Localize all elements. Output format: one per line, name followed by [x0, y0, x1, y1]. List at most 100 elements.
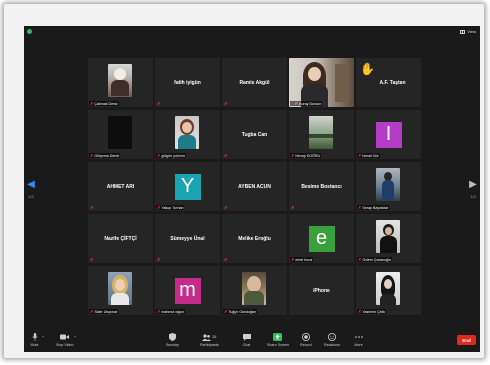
participant-tile[interactable]: ✋ A.F. Taştan: [356, 58, 421, 107]
next-page-arrow-icon[interactable]: ▶: [468, 180, 478, 190]
muted-mic-icon: ✗: [224, 101, 228, 106]
participant-tile[interactable]: ✗ Tuğçe Gündoğan: [222, 266, 287, 315]
reactions-button[interactable]: Reactions: [324, 333, 340, 347]
gallery-view: ✗ Çakmak Deniz fatih iyigün ✗ Ramis Akgül…: [24, 26, 480, 326]
participant-name-label: ✗ Tuğçe Gündoğan: [223, 309, 257, 314]
participant-tile[interactable]: AYBEN ACUN ✗: [222, 162, 287, 211]
muted-mic-icon: ✗: [90, 309, 94, 314]
participant-name-label: ✗ Nevap DOĞRU: [290, 153, 322, 158]
participant-name: iPhone: [313, 287, 330, 294]
chat-button[interactable]: Chat: [242, 333, 251, 347]
participants-button[interactable]: 26 Participants: [200, 333, 219, 347]
participant-tile[interactable]: AHMET ARI ✗: [88, 162, 153, 211]
participant-name-label: ✗ F. Kuray Dursun: [290, 101, 323, 106]
participant-video: [376, 220, 400, 253]
end-meeting-button[interactable]: End: [457, 335, 476, 345]
muted-mic-icon: ✗: [358, 205, 362, 210]
video-camera-icon: [60, 333, 70, 341]
participant-tile[interactable]: m ✗ mahmut olgun: [155, 266, 220, 315]
participant-video: [309, 116, 333, 149]
participant-avatar: Y: [174, 173, 201, 200]
previous-page-arrow-icon[interactable]: ◀: [26, 180, 36, 190]
muted-mic-icon: ✗: [157, 101, 161, 106]
participant-tile[interactable]: ✗ F. Kuray Dursun: [289, 58, 354, 107]
record-icon: [301, 333, 310, 341]
participant-name: Nazife ÇİFTÇİ: [104, 235, 137, 242]
participant-video: [376, 168, 400, 201]
more-dots-icon: [354, 333, 363, 341]
participants-icon: 26: [201, 333, 217, 341]
participants-count: 26: [212, 335, 217, 339]
participant-name: Besime Bostancı: [301, 183, 342, 190]
participant-tile[interactable]: ✗ Gülşema Demir: [88, 110, 153, 159]
microphone-icon: [30, 333, 39, 341]
screenshot-frame: View ✗ Çakmak Deniz fatih iyigün ✗ Ramis …: [4, 4, 484, 358]
participant-tile[interactable]: iPhone: [289, 266, 354, 315]
participant-name: Melike Eroğlu: [238, 235, 271, 242]
participant-video: [108, 272, 132, 305]
participant-video: [175, 116, 199, 149]
participant-tile[interactable]: fatih iyigün ✗: [155, 58, 220, 107]
muted-mic-icon: ✗: [291, 101, 295, 106]
meeting-toolbar: Mute ^ Stop Video ^ Security 26 Particip…: [24, 330, 480, 352]
meeting-window: View ✗ Çakmak Deniz fatih iyigün ✗ Ramis …: [24, 26, 480, 352]
participant-avatar: m: [174, 277, 201, 304]
muted-mic-icon: ✗: [291, 257, 295, 262]
participant-tile[interactable]: Nazife ÇİFTÇİ ✗: [88, 214, 153, 263]
record-button[interactable]: Record: [300, 333, 312, 347]
muted-mic-icon: ✗: [358, 309, 362, 314]
participant-tile[interactable]: Besime Bostancı ✗: [289, 162, 354, 211]
participant-name-label: ✗ İsmail Gür: [357, 153, 380, 158]
participant-name-label: ✗ Serap Bayraktar: [357, 205, 390, 210]
participant-name-label: ✗ Yakup Turhan: [156, 205, 185, 210]
muted-mic-icon: ✗: [157, 309, 161, 314]
participant-name: AHMET ARI: [106, 183, 135, 190]
muted-mic-icon: ✗: [224, 205, 228, 210]
participant-tile[interactable]: Tugba Can ✗: [222, 110, 287, 159]
muted-mic-icon: ✗: [291, 153, 295, 158]
participant-tile[interactable]: ✗ gülgün yıldırım: [155, 110, 220, 159]
participant-tile[interactable]: e ✗ emel hoca: [289, 214, 354, 263]
participant-tile[interactable]: ✗ Sider Ulupınar: [88, 266, 153, 315]
participant-video: [376, 272, 400, 305]
participant-avatar: e: [308, 225, 335, 252]
muted-mic-icon: ✗: [90, 257, 94, 262]
participant-name: Tugba Can: [241, 131, 268, 138]
participant-name: fatih iyigün: [174, 79, 201, 86]
security-button[interactable]: Security: [166, 333, 179, 347]
participant-video: [242, 272, 266, 305]
muted-mic-icon: ✗: [224, 257, 228, 262]
muted-mic-icon: ✗: [358, 153, 362, 158]
participant-video: [108, 116, 132, 149]
participant-tile[interactable]: ✗ Çakmak Deniz: [88, 58, 153, 107]
mute-options-caret-icon[interactable]: ^: [42, 334, 44, 339]
participant-tile[interactable]: ✗ Nevap DOĞRU: [289, 110, 354, 159]
participant-name-label: ✗ Sider Ulupınar: [89, 309, 119, 314]
participant-name-label: ✗ Özlem Çokanoğlu: [357, 257, 392, 262]
participant-tile[interactable]: Y ✗ Yakup Turhan: [155, 162, 220, 211]
participant-tile[interactable]: Sümeyye Ünal ✗: [155, 214, 220, 263]
participant-name-label: ✗ mahmut olgun: [156, 309, 186, 314]
participant-name-label: ✗ Gülşema Demir: [89, 153, 121, 158]
muted-mic-icon: ✗: [157, 205, 161, 210]
muted-mic-icon: ✗: [358, 257, 362, 262]
mute-button[interactable]: Mute: [30, 333, 39, 347]
participant-tile[interactable]: ✗ Serap Bayraktar: [356, 162, 421, 211]
participant-name-label: ✗ Çakmak Deniz: [89, 101, 119, 106]
participant-tile[interactable]: ✗ Yasemin Çelik: [356, 266, 421, 315]
muted-mic-icon: ✗: [157, 257, 161, 262]
share-options-caret-icon[interactable]: ^: [280, 334, 282, 339]
participant-avatar: I: [375, 121, 402, 148]
reactions-smiley-icon: [327, 333, 336, 341]
more-button[interactable]: More: [354, 333, 363, 347]
participant-tile[interactable]: Melike Eroğlu ✗: [222, 214, 287, 263]
participant-tile[interactable]: I ✗ İsmail Gür: [356, 110, 421, 159]
participant-tile[interactable]: Ramis Akgül ✗: [222, 58, 287, 107]
page-indicator-right: 1/2: [470, 194, 476, 199]
video-options-caret-icon[interactable]: ^: [74, 334, 76, 339]
stop-video-button[interactable]: Stop Video: [56, 333, 74, 347]
chat-bubble-icon: [242, 333, 251, 341]
muted-mic-icon: ✗: [90, 153, 94, 158]
participant-tile[interactable]: ✗ Özlem Çokanoğlu: [356, 214, 421, 263]
share-screen-button[interactable]: Share Screen: [267, 333, 289, 347]
